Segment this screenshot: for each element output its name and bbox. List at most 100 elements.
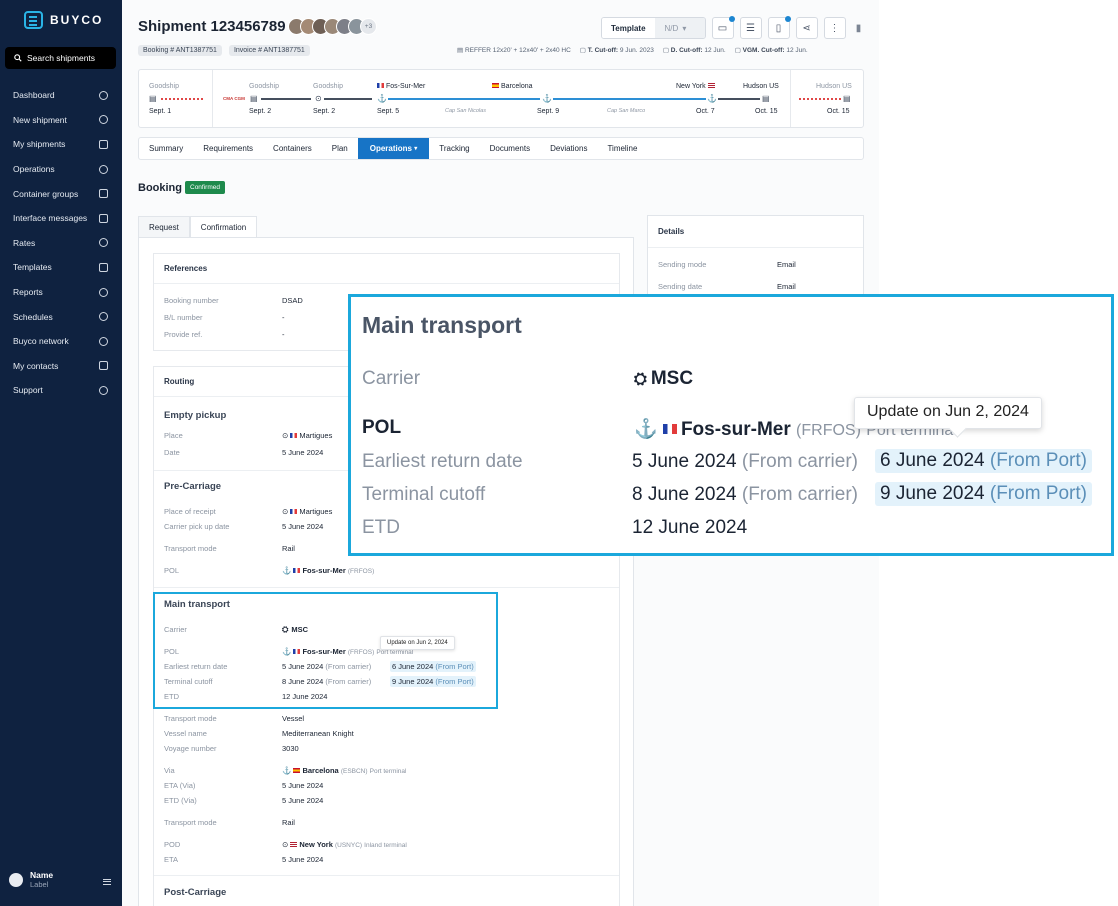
clock-icon <box>99 312 108 322</box>
tab-requirements[interactable]: Requirements <box>193 138 263 159</box>
flag-fr-icon <box>290 509 298 514</box>
tab-operations[interactable]: Operations ▾ <box>357 138 430 159</box>
pol-text: Fos-sur-Mer <box>302 566 346 575</box>
warehouse-icon: ▤ <box>843 94 851 103</box>
transport-mode-label: Transport mode <box>164 714 217 723</box>
sidebar-item-templates[interactable]: Templates <box>0 255 122 280</box>
route-stop-date: Sept. 9 <box>537 108 560 115</box>
route-stop-date: Oct. 15 <box>755 108 778 115</box>
booking-chip: Booking # ANT1387751 <box>138 45 222 56</box>
flag-fr-icon <box>293 568 301 573</box>
location-pin-icon: ⊙ <box>282 840 289 849</box>
sidebar-item-operations[interactable]: Operations <box>0 157 122 182</box>
sidebar-item-label: Operations <box>13 164 55 175</box>
zoom-from-port: (From Port) <box>989 483 1087 504</box>
sidebar-item-new-shipment[interactable]: New shipment <box>0 108 122 133</box>
pol-label: POL <box>164 566 180 575</box>
route-divider <box>790 70 791 127</box>
tab-containers[interactable]: Containers <box>263 138 322 159</box>
route-stop-label: Barcelona <box>501 83 533 90</box>
etd-via-label: ETD (Via) <box>164 796 197 805</box>
menu-icon[interactable] <box>103 879 111 885</box>
sidebar-item-label: Container groups <box>13 188 79 199</box>
bookmark-button[interactable]: ▮ <box>852 17 866 39</box>
zoom-carrier-text: MSC <box>650 368 694 389</box>
sidebar-item-schedules[interactable]: Schedules <box>0 304 122 329</box>
zoom-earliest-carrier: 5 June 2024 (From carrier) <box>632 451 858 473</box>
share-button[interactable]: ⋖ <box>795 17 818 39</box>
contacts-icon <box>99 361 108 371</box>
caret-down-icon: ▾ <box>414 146 418 152</box>
sidebar-item-my-shipments[interactable]: My shipments <box>0 132 122 157</box>
route-segment <box>324 98 372 100</box>
tab-plan[interactable]: Plan <box>322 138 358 159</box>
transport-mode-value: Rail <box>282 818 295 827</box>
place-of-receipt-value: ⊙ Martigues <box>282 507 332 516</box>
avatar <box>9 873 23 887</box>
sidebar-item-label: My contacts <box>13 360 59 371</box>
divider <box>154 875 619 876</box>
sidebar-item-dashboard[interactable]: Dashboard <box>0 83 122 108</box>
template-dropdown[interactable]: N/D ▾ <box>654 18 705 38</box>
more-options-button[interactable]: ⋮ <box>823 17 846 39</box>
dollar-icon <box>99 238 108 248</box>
sidebar-item-container-groups[interactable]: Container groups <box>0 181 122 206</box>
comments-button[interactable]: ▭ <box>711 16 735 39</box>
sidebar-item-reports[interactable]: Reports <box>0 280 122 305</box>
place-text: Martigues <box>299 431 333 440</box>
sidebar-item-buyco-network[interactable]: Buyco network <box>0 329 122 354</box>
checklist-button[interactable]: ☰ <box>739 17 762 39</box>
booking-subtabs: Request Confirmation <box>138 216 258 238</box>
tab-tracking[interactable]: Tracking <box>429 138 479 159</box>
route-stop-name: Goodship <box>313 83 343 90</box>
zoom-title: Main transport <box>362 312 522 338</box>
more-avatars-badge[interactable]: +3 <box>360 18 377 35</box>
zoom-carrier-value: ⛭ MSC <box>634 368 693 390</box>
main-transport-highlight <box>153 592 498 709</box>
eta-via-label: ETA (Via) <box>164 781 196 790</box>
sidebar-item-label: New shipment <box>13 114 67 125</box>
plus-circle-icon <box>99 115 108 125</box>
template-selector[interactable]: Template N/D ▾ <box>601 17 706 39</box>
msc-logo-icon: ⛭ <box>634 371 647 388</box>
zoom-from-port: (From Port) <box>989 450 1087 471</box>
route-segment-dotted <box>799 98 841 100</box>
brand-logo[interactable]: BUYCO <box>24 11 103 29</box>
vgm-cutoff-value: 12 Jun. <box>786 47 808 54</box>
tab-deviations[interactable]: Deviations <box>540 138 597 159</box>
pol-value: ⚓ Fos-sur-Mer (FRFOS) <box>282 566 374 575</box>
comment-icon: ▭ <box>717 22 728 34</box>
template-label: Template <box>602 18 655 38</box>
user-profile[interactable]: Name Label <box>9 871 53 889</box>
anchor-icon: ⚓ <box>282 566 292 575</box>
documents-button[interactable]: ▯ <box>767 16 791 39</box>
anchor-icon: ⚓ <box>377 94 387 103</box>
tab-request[interactable]: Request <box>138 216 190 238</box>
tab-timeline[interactable]: Timeline <box>597 138 647 159</box>
route-stop-date: Sept. 2 <box>313 108 336 115</box>
sidebar-item-rates[interactable]: Rates <box>0 231 122 256</box>
zoom-cutoff-port[interactable]: 9 June 2024 (From Port) <box>875 482 1092 506</box>
via-value: ⚓ Barcelona (ESBCN) Port terminal <box>282 766 407 775</box>
route-timeline: Goodship ▤ Sept. 1 CMA CGM Goodship ▤ Se… <box>138 69 864 128</box>
provide-ref-label: Provide ref. <box>164 330 203 339</box>
location-pin-icon: ⊙ <box>282 431 289 440</box>
bl-number-value: - <box>282 313 285 322</box>
tab-confirmation[interactable]: Confirmation <box>189 216 258 238</box>
bookmark-icon: ▮ <box>855 22 862 34</box>
tab-summary[interactable]: Summary <box>139 138 193 159</box>
tab-documents[interactable]: Documents <box>480 138 540 159</box>
vgm-cutoff-label: VGM. Cut-off: <box>742 47 785 54</box>
search-shipments-button[interactable]: Search shipments <box>5 47 116 69</box>
clock-icon <box>99 164 108 174</box>
sidebar-item-my-contacts[interactable]: My contacts <box>0 354 122 379</box>
sidebar-item-support[interactable]: Support <box>0 378 122 403</box>
list-icon <box>99 213 108 223</box>
sending-mode-label: Sending mode <box>658 260 707 269</box>
zoom-earliest-port[interactable]: 6 June 2024 (From Port) <box>875 449 1092 473</box>
lifebuoy-icon <box>99 385 108 395</box>
sidebar-item-interface-messages[interactable]: Interface messages <box>0 206 122 231</box>
ship-icon <box>99 139 108 149</box>
participants-avatars[interactable]: +3 <box>288 18 377 35</box>
pod-type: Inland terminal <box>364 842 407 849</box>
